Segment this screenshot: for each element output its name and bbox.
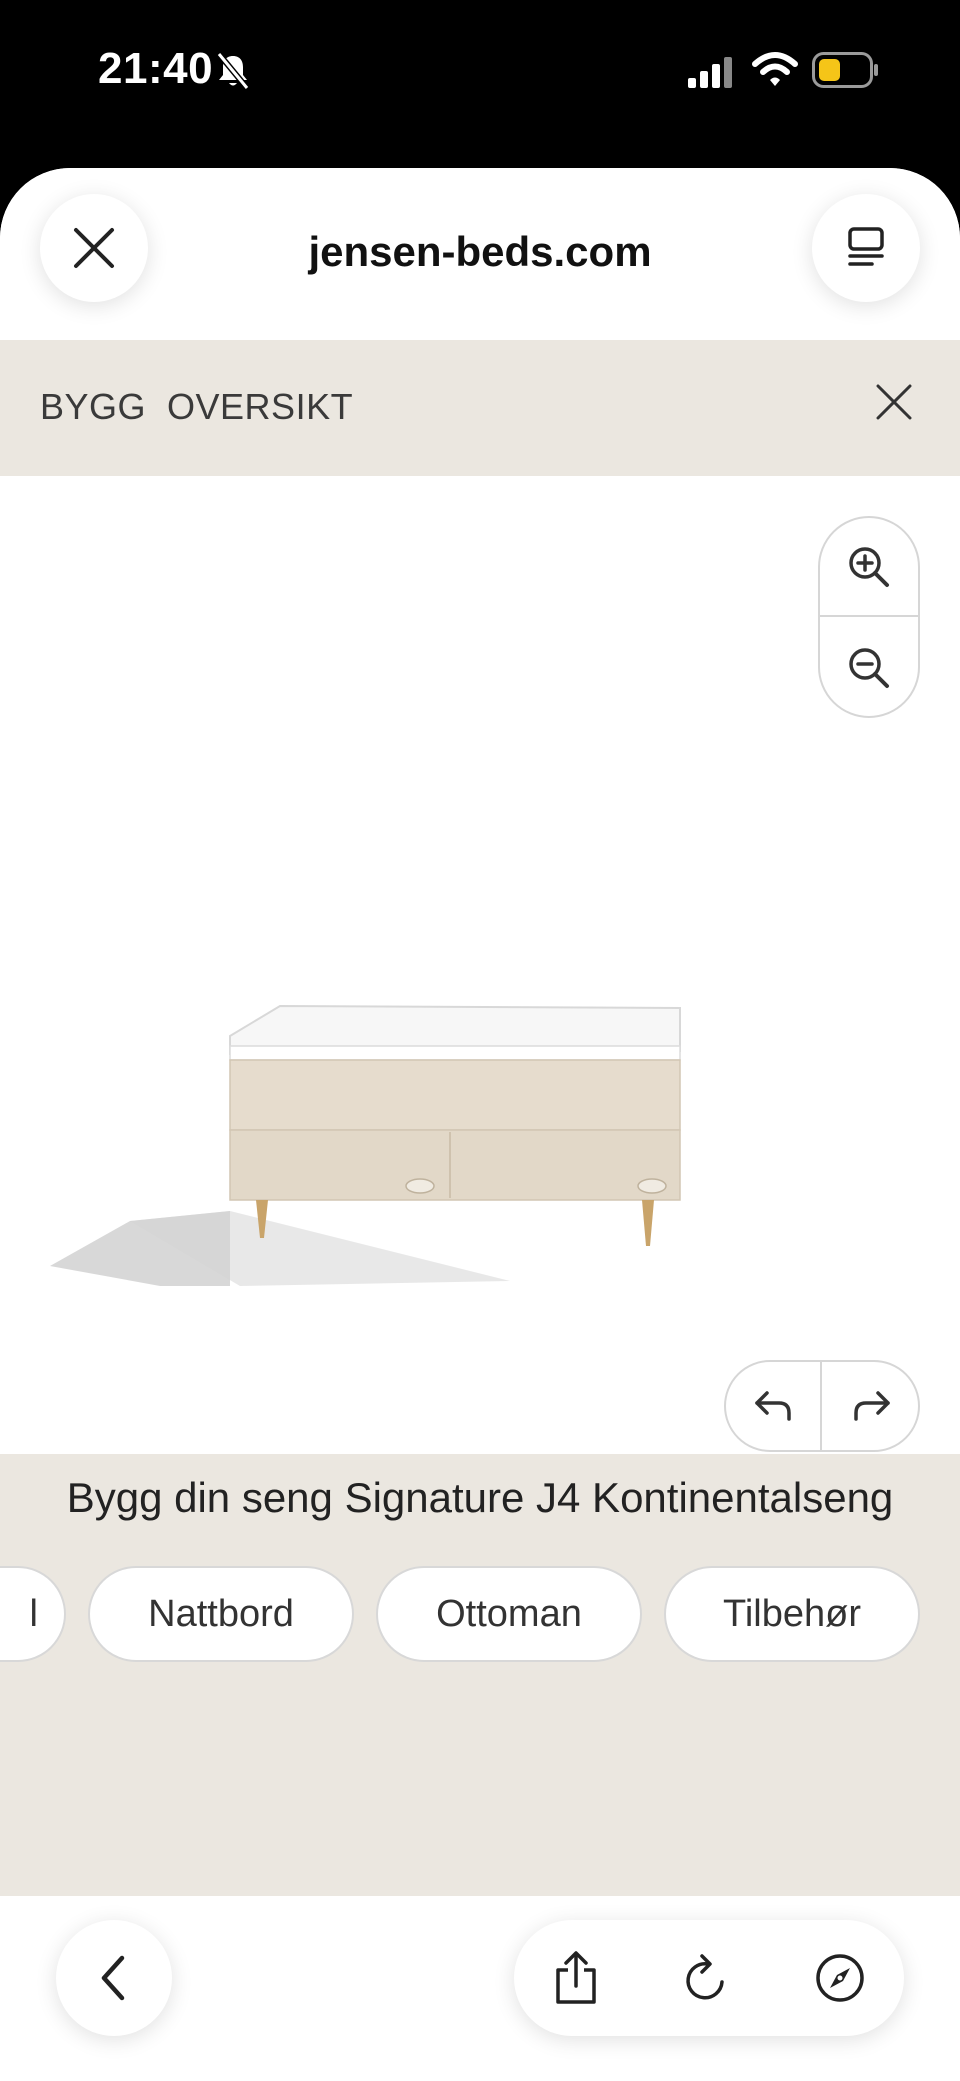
chevron-left-icon <box>101 1955 125 2001</box>
product-title: Bygg din seng Signature J4 Kontinentalse… <box>66 1474 894 1521</box>
category-chip[interactable]: l <box>0 1566 66 1662</box>
cellular-signal-icon <box>688 57 732 88</box>
builder-header: BYGG OVERSIKT <box>0 340 960 476</box>
undo-icon <box>755 1391 791 1421</box>
reload-icon <box>686 1954 724 2000</box>
builder-panel: Bygg din seng Signature J4 Kontinentalse… <box>0 1454 960 1896</box>
back-button[interactable] <box>56 1920 172 2036</box>
bed-image <box>50 1004 681 1286</box>
browser-sheet: jensen-beds.com BYGG OVERSIKT Bygg din s… <box>0 168 960 2081</box>
battery-icon <box>812 52 878 88</box>
close-icon[interactable] <box>868 376 920 428</box>
zoom-in-icon <box>849 546 889 587</box>
category-chip-nattbord[interactable]: Nattbord <box>88 1566 354 1662</box>
zoom-in-button[interactable] <box>820 518 918 617</box>
tabs-icon <box>848 227 884 266</box>
tabs-button[interactable] <box>812 194 920 302</box>
reload-button[interactable] <box>666 1938 746 2018</box>
url-bar: jensen-beds.com <box>0 168 960 340</box>
builder-header-title: BYGG OVERSIKT <box>40 386 354 427</box>
compass-icon <box>816 1954 864 2002</box>
product-viewer[interactable] <box>0 476 960 1454</box>
bell-slash-icon <box>216 52 250 90</box>
redo-icon <box>854 1391 890 1421</box>
zoom-out-button[interactable] <box>820 618 918 717</box>
category-chip-ottoman[interactable]: Ottoman <box>376 1566 642 1662</box>
wifi-icon <box>752 52 798 86</box>
share-button[interactable] <box>536 1938 616 2018</box>
status-time: 21:40 <box>98 44 214 93</box>
redo-button[interactable] <box>824 1362 920 1450</box>
zoom-out-icon <box>849 647 889 688</box>
browser-toolbar <box>0 1896 960 2081</box>
compass-button[interactable] <box>800 1938 880 2018</box>
status-bar: 21:40 <box>0 0 960 168</box>
share-icon <box>556 1951 596 2004</box>
category-chip-tilbehor[interactable]: Tilbehør <box>664 1566 920 1662</box>
zoom-controls <box>818 516 920 718</box>
browser-actions <box>514 1920 904 2036</box>
undo-button[interactable] <box>726 1362 822 1450</box>
history-controls <box>724 1360 920 1452</box>
